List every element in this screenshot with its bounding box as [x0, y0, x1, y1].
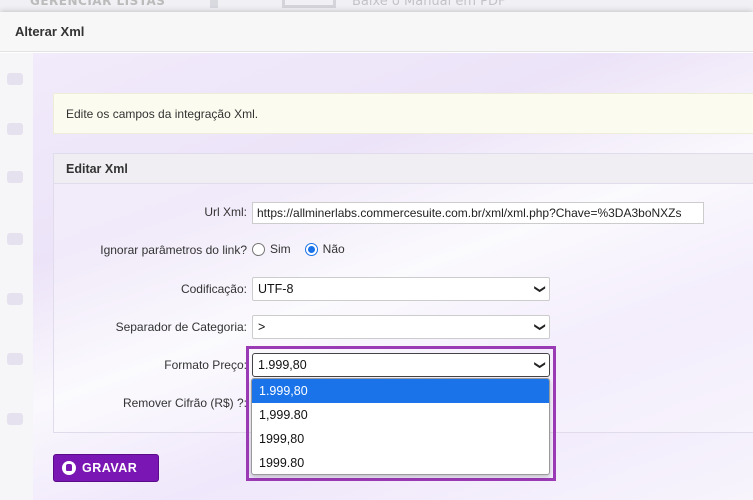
- ghost-icon: [7, 353, 23, 365]
- remover-label: Remover Cifrão (R$) ?:: [122, 396, 247, 410]
- modal-title: Alterar Xml: [15, 24, 85, 39]
- radio-sim-label: Sim: [270, 242, 291, 256]
- panel-title: Editar Xml: [66, 161, 128, 176]
- background-sidebar: [0, 53, 33, 500]
- background-page: GERENCIAR LISTAS Baixe o Manual em PDF: [0, 0, 753, 12]
- ghost-icon: [7, 233, 23, 245]
- formato-select[interactable]: 1.999,80 ❮: [252, 353, 550, 377]
- background-icon: [210, 0, 218, 8]
- ghost-icon: [7, 293, 23, 305]
- radio-sim[interactable]: [252, 242, 265, 256]
- ignorar-label: Ignorar parâmetros do link?: [100, 243, 247, 257]
- codificacao-row: Codificação: UTF-8 ❮: [54, 277, 753, 303]
- chevron-down-icon: ❮: [533, 360, 546, 370]
- ghost-icon: [7, 413, 23, 425]
- separador-row: Separador de Categoria: > ❮: [54, 315, 753, 341]
- dropdown-option[interactable]: 1999.80: [252, 451, 549, 474]
- user-circle-icon: [62, 461, 76, 475]
- ignorar-radio-group: Sim Não: [252, 242, 359, 256]
- background-menu-text: GERENCIAR LISTAS: [30, 0, 166, 8]
- formato-label: Formato Preço:: [164, 358, 247, 372]
- ghost-icon: [7, 73, 23, 85]
- info-notice: Edite os campos da integração Xml.: [53, 93, 753, 134]
- codificacao-select[interactable]: UTF-8 ❮: [252, 277, 550, 301]
- formato-row: Formato Preço: 1.999,80 ❮: [54, 353, 753, 379]
- ignorar-row: Ignorar parâmetros do link? Sim Não: [54, 238, 753, 264]
- dropdown-option[interactable]: 1999,80: [252, 427, 549, 451]
- dropdown-option[interactable]: 1.999,80: [252, 379, 549, 403]
- background-manual-link: Baixe o Manual em PDF: [352, 0, 506, 9]
- url-row: Url Xml: https://allminerlabs.commercesu…: [54, 200, 753, 226]
- gravar-button[interactable]: GRAVAR: [53, 454, 159, 482]
- chevron-down-icon: ❮: [533, 284, 546, 294]
- radio-nao[interactable]: [304, 242, 318, 256]
- ghost-icon: [7, 171, 23, 183]
- radio-nao-label: Não: [322, 242, 345, 256]
- url-label: Url Xml:: [204, 205, 247, 219]
- url-input[interactable]: https://allminerlabs.commercesuite.com.b…: [252, 202, 704, 224]
- formato-value: 1.999,80: [258, 358, 307, 372]
- chevron-down-icon: ❮: [533, 322, 546, 332]
- notice-text: Edite os campos da integração Xml.: [66, 106, 259, 121]
- ghost-icon: [7, 123, 23, 135]
- panel-header: Editar Xml: [54, 154, 753, 184]
- modal-header: Alterar Xml: [0, 12, 753, 52]
- separador-value: >: [258, 320, 266, 334]
- dropdown-option[interactable]: 1,999.80: [252, 403, 549, 427]
- codificacao-label: Codificação:: [180, 282, 247, 296]
- separador-label: Separador de Categoria:: [115, 320, 247, 334]
- formato-dropdown-list: 1.999,80 1,999.80 1999,80 1999.80: [251, 378, 550, 475]
- codificacao-value: UTF-8: [258, 282, 294, 296]
- background-pdf-icon: [282, 0, 336, 8]
- gravar-label: GRAVAR: [82, 461, 138, 475]
- separador-select[interactable]: > ❮: [252, 315, 550, 339]
